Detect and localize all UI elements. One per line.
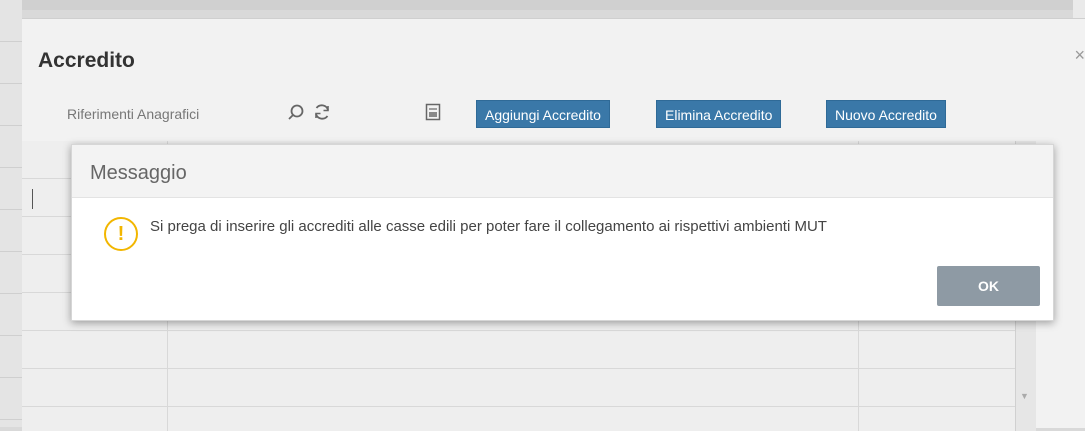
message-dialog: Messaggio ! Si prega di inserire gli acc…	[71, 144, 1054, 321]
window-title: Accredito	[38, 49, 135, 72]
background-left-panel	[0, 0, 22, 427]
refresh-icon[interactable]	[313, 103, 331, 126]
dialog-message: Si prega di inserire gli accrediti alle …	[150, 218, 827, 235]
background-top-bar	[0, 0, 1085, 10]
toolbar-label: Riferimenti Anagrafici	[67, 106, 200, 122]
search-icon[interactable]	[287, 103, 305, 126]
warning-icon: !	[104, 217, 138, 251]
ok-button[interactable]: OK	[937, 266, 1040, 306]
dialog-title: Messaggio	[90, 162, 187, 184]
scroll-down-icon[interactable]: ▼	[1020, 391, 1029, 401]
text-cursor	[32, 189, 33, 209]
table-row[interactable]	[22, 331, 1035, 369]
export-icon[interactable]	[425, 103, 441, 126]
delete-accredito-button[interactable]: Elimina Accredito	[656, 100, 782, 128]
new-accredito-button[interactable]: Nuovo Accredito	[826, 100, 946, 128]
close-icon[interactable]: ×	[1074, 45, 1085, 66]
dialog-header: Messaggio	[72, 145, 1053, 198]
table-row[interactable]	[22, 369, 1035, 407]
add-accredito-button[interactable]: Aggiungi Accredito	[476, 100, 610, 128]
